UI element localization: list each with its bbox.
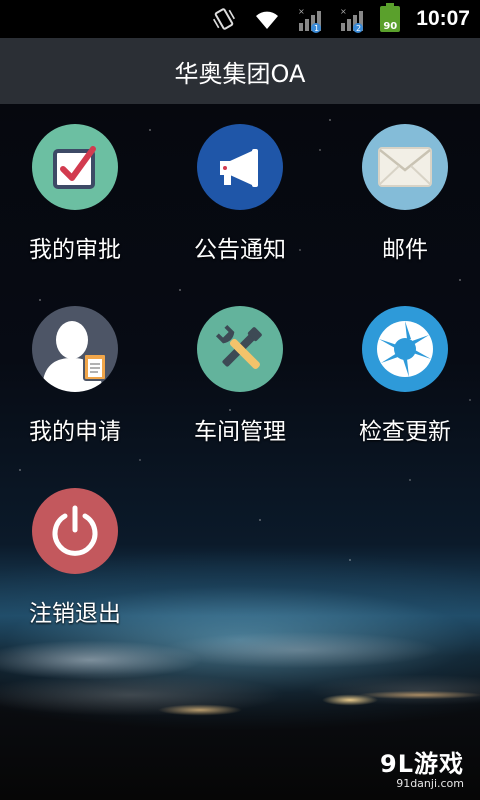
menu-item-label: 邮件 (382, 237, 428, 263)
menu-item-announcements[interactable]: 公告通知 (165, 124, 315, 264)
svg-text:×: × (298, 7, 305, 16)
menu-item-label: 我的申请 (29, 419, 121, 445)
menu-item-workshop-management[interactable]: 车间管理 (165, 306, 315, 446)
battery-level: 90 (383, 21, 398, 32)
tools-icon (197, 306, 283, 392)
city-lights-layer (0, 680, 480, 740)
vibrate-icon (210, 5, 238, 33)
menu-item-label: 车间管理 (194, 419, 286, 445)
wifi-icon (252, 7, 282, 31)
svg-text:×: × (340, 7, 347, 16)
menu-item-my-approvals[interactable]: 我的审批 (0, 124, 150, 264)
sim2-badge: 2 (356, 24, 361, 33)
power-icon (32, 488, 118, 574)
app-title-bar: 华奥集团OA (0, 38, 480, 104)
signal-2-icon: × 2 (338, 5, 366, 33)
menu-item-check-updates[interactable]: 检查更新 (330, 306, 480, 446)
aperture-icon (362, 306, 448, 392)
menu-item-label: 注销退出 (29, 601, 121, 627)
menu-item-mail[interactable]: 邮件 (330, 124, 480, 264)
watermark-sub-text: 91danji.com (396, 777, 464, 790)
user-clipboard-icon (32, 306, 118, 392)
menu-item-logout[interactable]: 注销退出 (0, 488, 150, 628)
page-title: 华奥集团OA (174, 59, 306, 88)
megaphone-icon (197, 124, 283, 210)
watermark-logo: 9L游戏 91danji.com (380, 744, 464, 790)
menu-item-label: 我的审批 (29, 237, 121, 263)
menu-item-label: 检查更新 (359, 419, 451, 445)
envelope-icon (362, 124, 448, 210)
signal-1-icon: × 1 (296, 5, 324, 33)
menu-item-label: 公告通知 (194, 237, 286, 263)
sim1-badge: 1 (314, 24, 319, 33)
clock: 10:07 (416, 7, 470, 30)
status-bar: × 1 × 2 90 10:07 (0, 0, 480, 38)
approval-checkbox-icon (32, 124, 118, 210)
watermark-main-text: 9L游戏 (380, 750, 464, 778)
battery-icon: 90 (380, 3, 401, 32)
menu-item-my-applications[interactable]: 我的申请 (0, 306, 150, 446)
